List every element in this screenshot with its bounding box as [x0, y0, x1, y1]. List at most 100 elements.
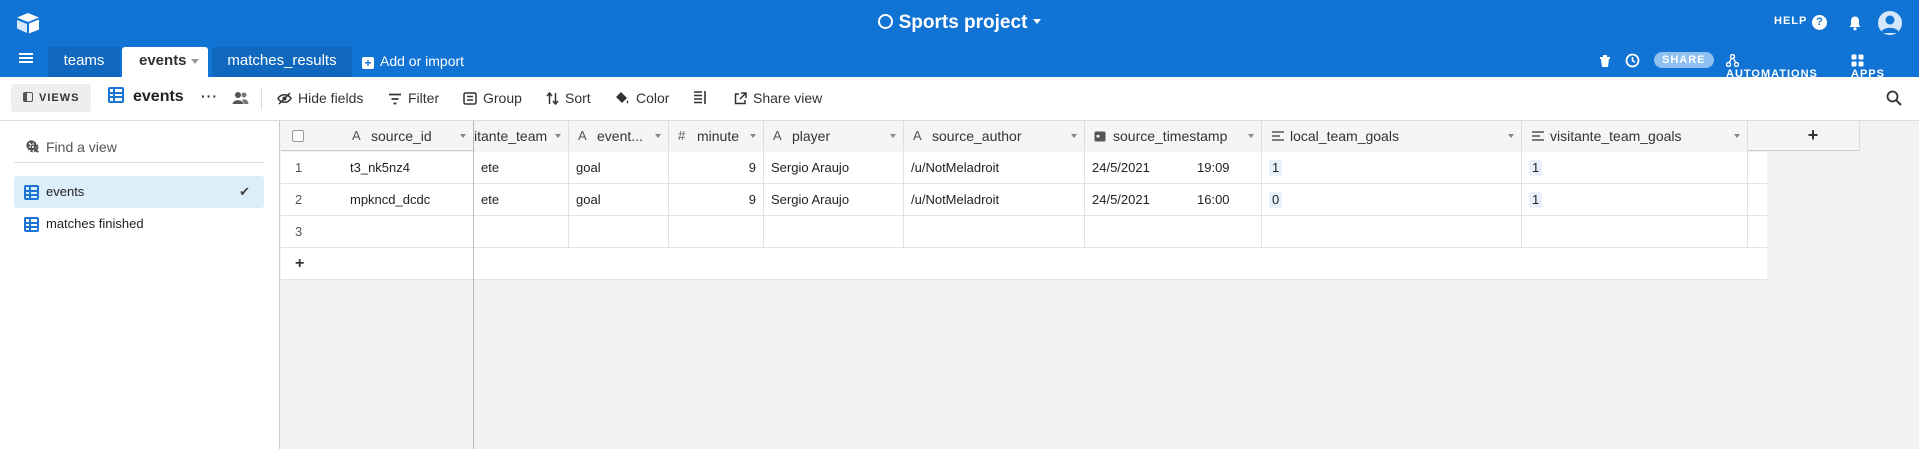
- cell-minute[interactable]: 9: [669, 184, 764, 216]
- add-row-button[interactable]: +: [281, 248, 473, 280]
- sort-button[interactable]: Sort: [546, 90, 591, 106]
- cell-visitante-team[interactable]: [474, 216, 569, 248]
- column-header-visitante-team-goals[interactable]: visitante_team_goals: [1522, 121, 1748, 151]
- cell-source-author[interactable]: /u/NotMeladroit: [904, 184, 1085, 216]
- rollup-field-icon: [1532, 131, 1544, 141]
- plus-icon: +: [295, 255, 305, 272]
- search-icon[interactable]: [1886, 90, 1902, 106]
- cell-source-id[interactable]: mpkncd_dcdc: [343, 184, 473, 216]
- airtable-logo-icon[interactable]: [16, 12, 40, 34]
- help-icon[interactable]: ?: [1812, 15, 1827, 30]
- filter-button[interactable]: Filter: [388, 90, 439, 106]
- column-header-label: itante_team: [474, 128, 548, 144]
- base-title-button[interactable]: Sports project: [877, 12, 1042, 33]
- cell-minute[interactable]: [669, 216, 764, 248]
- row-height-icon[interactable]: [693, 91, 707, 104]
- cell-local-team-goals[interactable]: [1262, 216, 1522, 248]
- chevron-down-icon[interactable]: [1508, 134, 1514, 138]
- find-view-input[interactable]: [46, 137, 226, 157]
- cell-player[interactable]: Sergio Araujo: [764, 152, 904, 184]
- cell-visitante-team[interactable]: ete: [474, 152, 569, 184]
- column-header-local-team-goals[interactable]: local_team_goals: [1262, 121, 1522, 151]
- bell-icon[interactable]: [1847, 15, 1863, 31]
- table-row[interactable]: [281, 216, 1767, 248]
- avatar[interactable]: [1878, 11, 1902, 35]
- cell-source-timestamp[interactable]: [1085, 216, 1262, 248]
- help-link[interactable]: HELP: [1774, 15, 1807, 27]
- column-header-player[interactable]: Aplayer: [764, 121, 904, 151]
- column-header-source-author[interactable]: Asource_author: [904, 121, 1085, 151]
- number-field-icon: #: [678, 128, 686, 143]
- column-header-visitante-team[interactable]: itante_team: [474, 121, 569, 151]
- cell-source-author[interactable]: /u/NotMeladroit: [904, 152, 1085, 184]
- menu-icon[interactable]: [19, 53, 33, 63]
- frozen-row[interactable]: 3: [281, 216, 473, 248]
- cell-visitante-team-goals[interactable]: 1: [1522, 152, 1748, 184]
- calendar-icon: [1094, 131, 1106, 142]
- rollup-field-icon: [1272, 131, 1284, 141]
- chevron-down-icon[interactable]: [890, 134, 896, 138]
- frozen-row[interactable]: 2 mpkncd_dcdc: [281, 184, 473, 216]
- history-icon[interactable]: [1625, 53, 1640, 68]
- cell-source-id[interactable]: [343, 216, 473, 248]
- cell-visitante-team-goals[interactable]: 1: [1522, 184, 1748, 216]
- add-or-import-button[interactable]: + Add or import: [362, 53, 464, 69]
- column-header-event-type[interactable]: Aevent...: [569, 121, 669, 151]
- add-field-button[interactable]: +: [1767, 121, 1860, 151]
- column-header-label: visitante_team_goals: [1550, 128, 1682, 144]
- chevron-down-icon[interactable]: [555, 134, 561, 138]
- column-header-source-id[interactable]: Asource_id: [343, 121, 473, 151]
- tab-matches-results[interactable]: matches_results: [212, 47, 352, 77]
- value-pill: 1: [1529, 192, 1543, 208]
- table-row[interactable]: ete goal 9 Sergio Araujo /u/NotMeladroit…: [281, 152, 1767, 184]
- cell-visitante-team-goals[interactable]: [1522, 216, 1748, 248]
- chevron-down-icon[interactable]: [1071, 134, 1077, 138]
- sidebar-view-matches-finished[interactable]: matches finished: [14, 208, 264, 240]
- checkmark-icon: ✔: [239, 184, 250, 199]
- table-row[interactable]: ete goal 9 Sergio Araujo /u/NotMeladroit…: [281, 184, 1767, 216]
- share-view-button[interactable]: Share view: [734, 90, 822, 106]
- frozen-row[interactable]: 1 t3_nk5nz4: [281, 152, 473, 184]
- collaborators-icon[interactable]: [232, 90, 249, 105]
- gear-icon[interactable]: [26, 140, 40, 154]
- chevron-down-icon[interactable]: [460, 134, 466, 138]
- column-header-source-timestamp[interactable]: source_timestamp: [1085, 121, 1262, 151]
- tab-teams[interactable]: teams: [48, 47, 120, 77]
- color-button[interactable]: Color: [615, 90, 669, 106]
- cell-event-type[interactable]: goal: [569, 184, 669, 216]
- chevron-down-icon[interactable]: [1248, 134, 1254, 138]
- grid-view-icon: [108, 87, 124, 103]
- eye-hidden-icon: [277, 92, 292, 105]
- cell-minute[interactable]: 9: [669, 152, 764, 184]
- add-row-bar[interactable]: [281, 248, 1767, 280]
- cell-local-team-goals[interactable]: 0: [1262, 184, 1522, 216]
- cell-player[interactable]: Sergio Araujo: [764, 184, 904, 216]
- filter-label: Filter: [408, 90, 440, 106]
- chevron-down-icon[interactable]: [655, 134, 661, 138]
- cell-visitante-team[interactable]: ete: [474, 184, 569, 216]
- sidebar-view-events[interactable]: events ✔: [14, 176, 264, 208]
- more-options-icon[interactable]: ···: [201, 88, 218, 104]
- tab-events[interactable]: events: [122, 47, 208, 77]
- cell-source-timestamp[interactable]: 24/5/2021 19:09: [1085, 152, 1262, 184]
- views-toggle-button[interactable]: VIEWS: [11, 84, 91, 112]
- hide-fields-button[interactable]: Hide fields: [277, 90, 363, 106]
- cell-event-type[interactable]: [569, 216, 669, 248]
- cell-event-type[interactable]: goal: [569, 152, 669, 184]
- cell-local-team-goals[interactable]: 1: [1262, 152, 1522, 184]
- select-all-checkbox[interactable]: [292, 130, 304, 142]
- current-view-name[interactable]: events: [108, 87, 184, 106]
- chevron-down-icon[interactable]: [191, 59, 199, 64]
- apps-icon: [1851, 54, 1864, 67]
- column-header-minute[interactable]: # minute: [669, 121, 764, 151]
- share-button[interactable]: SHARE: [1654, 52, 1714, 68]
- cell-source-timestamp[interactable]: 24/5/2021 16:00: [1085, 184, 1262, 216]
- cell-source-author[interactable]: [904, 216, 1085, 248]
- cell-source-id[interactable]: t3_nk5nz4: [343, 152, 473, 184]
- view-toolbar: VIEWS events ··· Hide fields Filter Grou…: [0, 77, 1919, 121]
- chevron-down-icon[interactable]: [1734, 134, 1740, 138]
- chevron-down-icon[interactable]: [750, 134, 756, 138]
- trash-icon[interactable]: [1599, 54, 1611, 68]
- cell-player[interactable]: [764, 216, 904, 248]
- group-button[interactable]: Group: [463, 90, 522, 106]
